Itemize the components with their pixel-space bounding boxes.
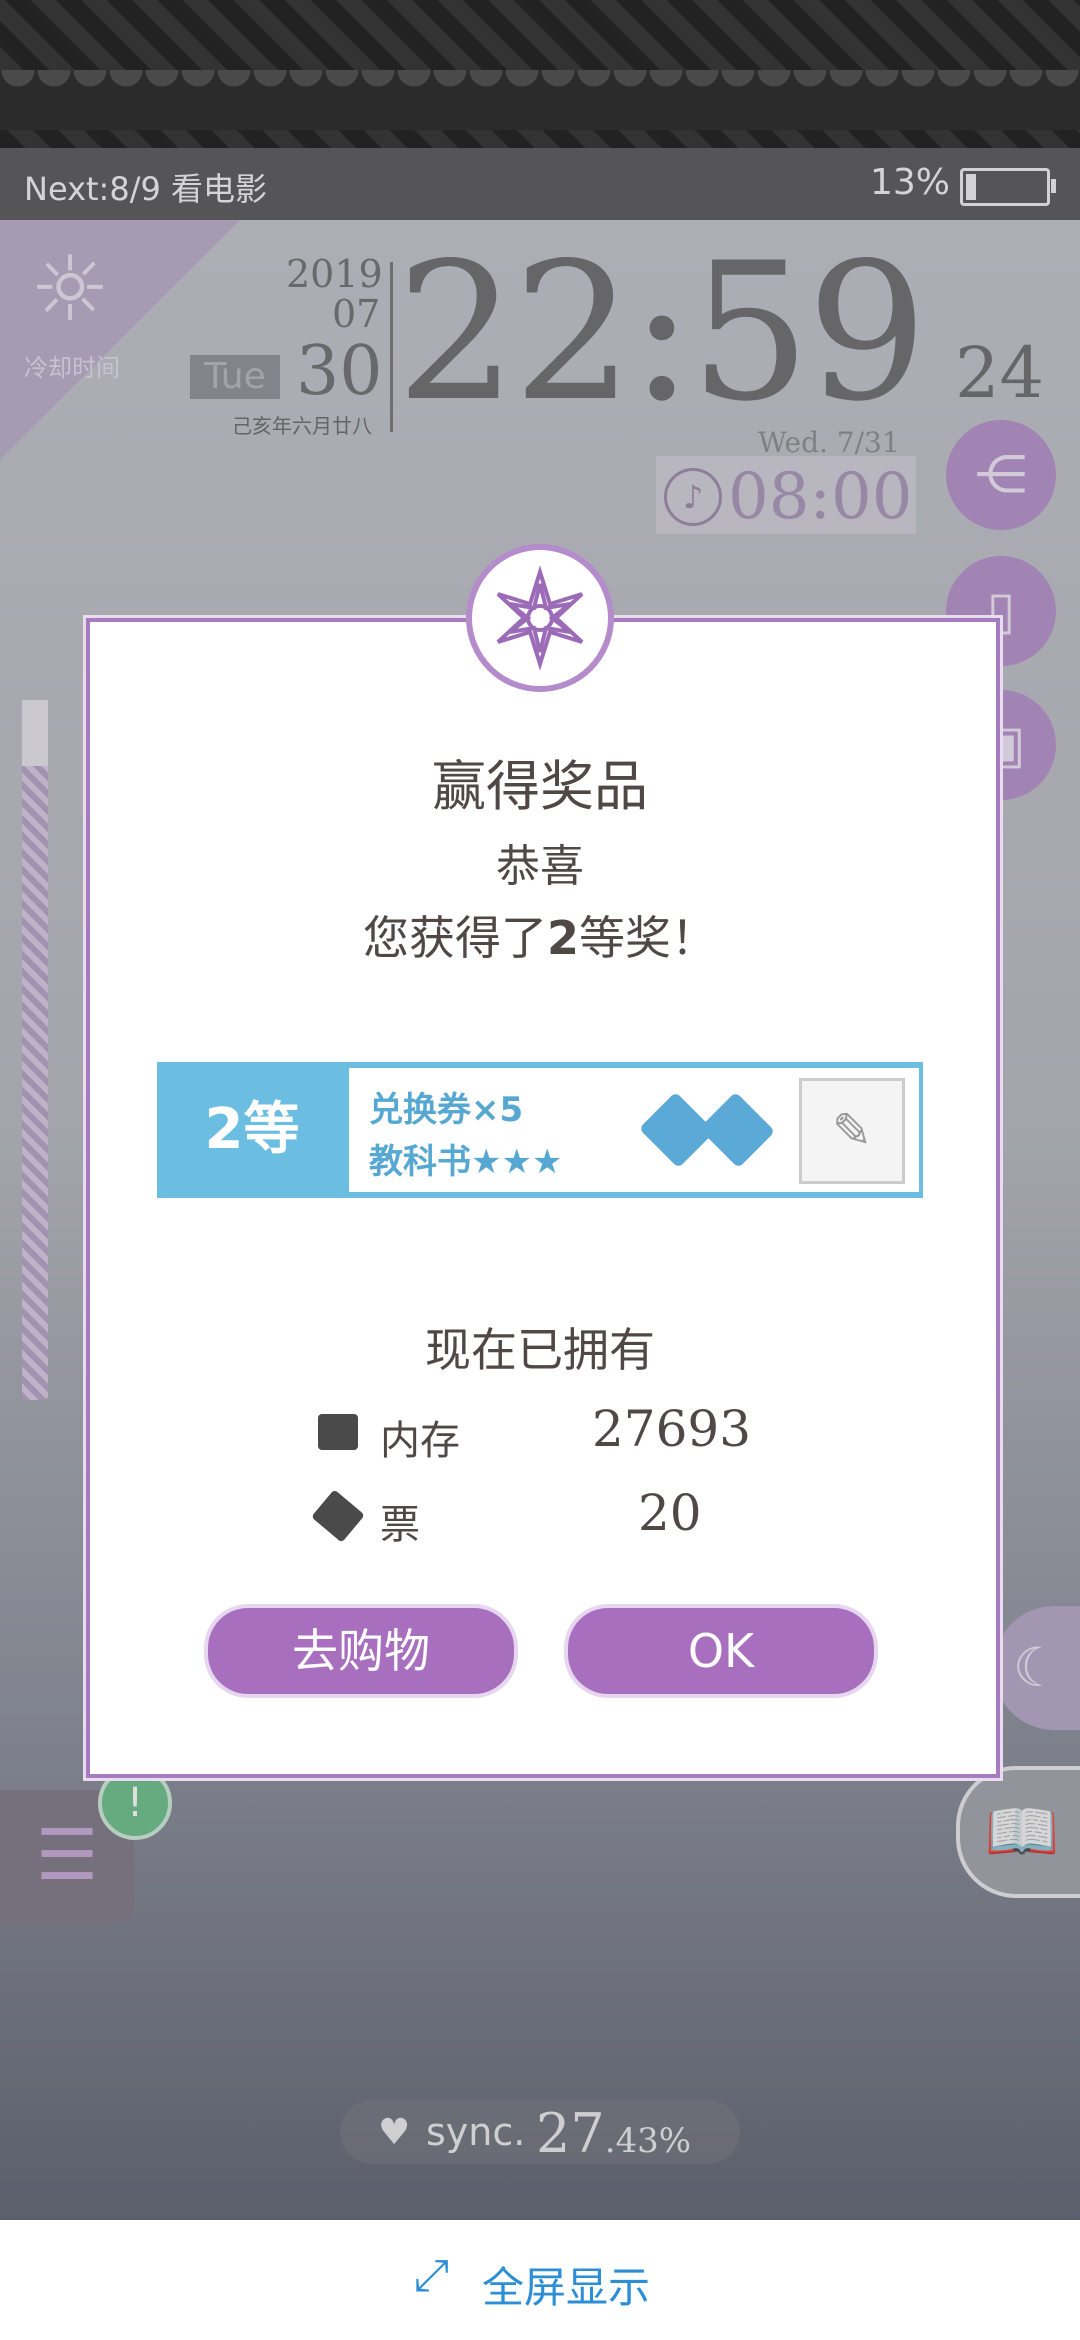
won-prefix: 您获得了	[362, 911, 547, 965]
bottom-bar: ⤢ 全屏显示	[0, 2220, 1080, 2340]
lace-border	[0, 70, 1080, 130]
dialog-title: 赢得奖品	[432, 755, 648, 818]
won-text: 您获得了2等奖！	[0, 902, 1080, 968]
owned-title: 现在已拥有	[425, 1323, 655, 1377]
ticket-label: 票	[380, 1502, 420, 1548]
ok-button[interactable]: OK	[564, 1604, 878, 1698]
memory-card-icon	[318, 1414, 358, 1450]
congrats-text: 恭喜	[496, 841, 584, 892]
go-shopping-button[interactable]: 去购物	[204, 1604, 518, 1698]
fullscreen-button[interactable]: 全屏显示	[482, 2254, 650, 2315]
ticket-icon	[698, 1091, 776, 1169]
memory-label: 内存	[380, 1418, 460, 1464]
prize-card: 2等 兑换券×5 教科书★★★ ✎	[157, 1062, 923, 1198]
prize-details: 兑换券×5 教科书★★★ ✎	[349, 1068, 919, 1192]
won-suffix: 等奖！	[579, 911, 717, 965]
prize-line-2: 教科书★★★	[369, 1142, 563, 1182]
prize-rank: 2等	[204, 1097, 300, 1162]
prize-line-1: 兑换券×5	[369, 1090, 524, 1130]
textbook-icon: ✎	[799, 1078, 905, 1184]
flower-emblem-icon	[466, 544, 614, 692]
memory-value: 27693	[592, 1400, 752, 1458]
ticket-value: 20	[638, 1484, 702, 1542]
fullscreen-icon: ⤢	[414, 2250, 450, 2301]
won-rank: 2	[546, 911, 579, 965]
